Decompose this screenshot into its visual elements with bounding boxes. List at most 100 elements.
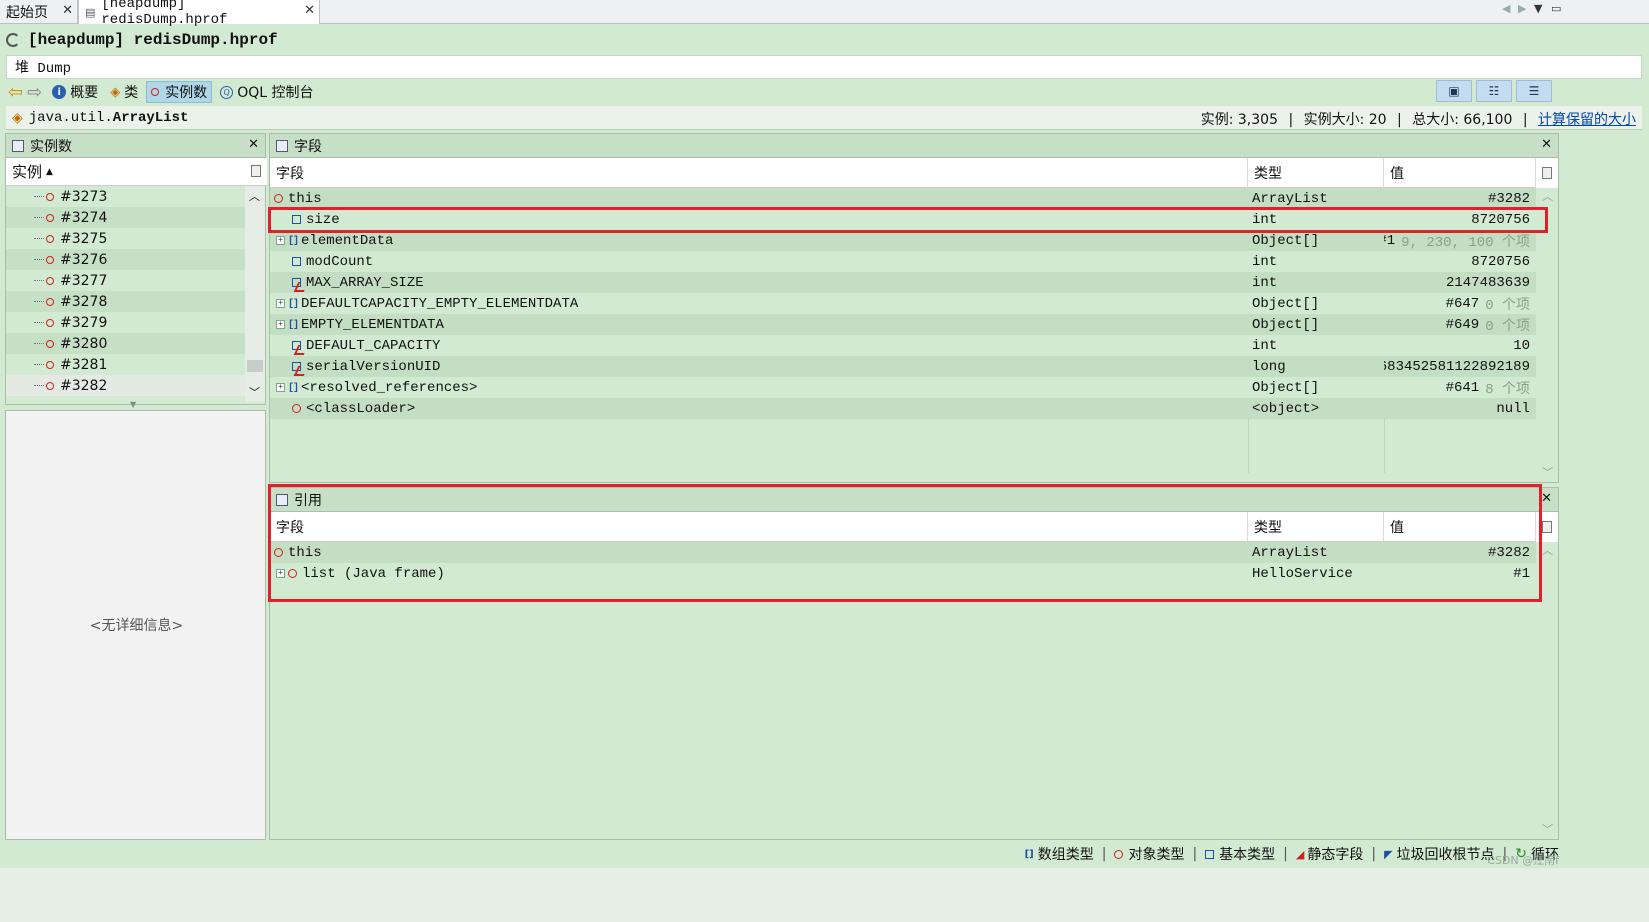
- splitter-handle-icon[interactable]: ▼: [130, 400, 136, 409]
- table-row[interactable]: +[] EMPTY_ELEMENTDATA Object[] #649 0 个项: [270, 314, 1536, 335]
- scrollbar-thumb[interactable]: [247, 360, 263, 372]
- table-row[interactable]: modCount int 8720756: [270, 251, 1536, 272]
- instances-panel-title: 实例数: [30, 138, 72, 155]
- legend-gc-root: ◤ 垃圾回收根节点: [1384, 847, 1495, 863]
- column-chooser-icon[interactable]: [251, 165, 261, 177]
- table-row[interactable]: <classLoader> <object> null: [270, 398, 1536, 419]
- toolbar-oql-button[interactable]: Q OQL 控制台: [216, 81, 317, 103]
- table-row[interactable]: +[]elementData Object[] #19, 230, 100 个项: [270, 230, 1536, 251]
- view-toolbar: ⇦ ⇨ i 概要 ◈ 类 实例数 Q OQL 控制台 ▣ ☷ ☰: [6, 80, 1642, 104]
- instances-panel-header: 实例数 ✕: [6, 134, 265, 158]
- scroll-down-icon[interactable]: ﹀: [1542, 821, 1553, 837]
- class-loader-icon: [292, 404, 301, 413]
- toolbar-instances-button[interactable]: 实例数: [146, 81, 213, 103]
- legend-array-type: [] 数组类型: [1024, 847, 1094, 863]
- list-item-selected[interactable]: #3282: [6, 375, 246, 396]
- close-icon[interactable]: ✕: [248, 137, 259, 152]
- view-mode-icon[interactable]: ▣: [1436, 80, 1472, 102]
- list-item[interactable]: #3277: [6, 270, 246, 291]
- expand-icon[interactable]: +: [276, 299, 285, 308]
- instance-icon: [46, 360, 54, 369]
- maximize-icon[interactable]: ▭: [1551, 2, 1561, 15]
- page-title: [heapdump] redisDump.hprof: [28, 31, 278, 49]
- no-details-message: <无详细信息>: [89, 618, 184, 634]
- instance-icon: [46, 297, 54, 306]
- column-chooser-icon[interactable]: [1542, 521, 1552, 533]
- list-item[interactable]: #3275: [6, 228, 246, 249]
- scroll-down-icon[interactable]: ﹀: [249, 384, 260, 400]
- column-header-type[interactable]: 类型: [1248, 158, 1384, 188]
- class-stats: 实例: 3,305 | 实例大小: 20 | 总大小: 66,100 | 计算保…: [1200, 112, 1636, 128]
- expand-icon[interactable]: +: [276, 320, 285, 329]
- scroll-down-icon[interactable]: ﹀: [1542, 464, 1553, 480]
- instance-size: 实例大小: 20: [1303, 112, 1387, 128]
- instances-column-label: 实例: [12, 163, 43, 181]
- total-size: 总大小: 66,100: [1412, 112, 1513, 128]
- list-item[interactable]: #3281: [6, 354, 246, 375]
- close-icon[interactable]: ✕: [1541, 491, 1552, 506]
- fields-panel-title: 字段: [294, 138, 322, 155]
- column-chooser-icon[interactable]: [1542, 167, 1552, 179]
- info-icon: i: [52, 85, 67, 99]
- tab-heapdump[interactable]: ▤ [heapdump] redisDump.hprof ✕: [78, 0, 320, 28]
- list-item[interactable]: #3279: [6, 312, 246, 333]
- table-row[interactable]: +[] DEFAULTCAPACITY_EMPTY_ELEMENTDATA Obj…: [270, 293, 1536, 314]
- tab-heapdump-label: [heapdump] redisDump.hprof: [101, 0, 228, 28]
- class-name: ArrayList: [112, 109, 189, 126]
- list-item[interactable]: #3274: [6, 207, 246, 228]
- back-arrow-icon[interactable]: ⇦: [6, 81, 25, 103]
- sort-asc-icon: ▲: [46, 166, 53, 177]
- close-icon[interactable]: ✕: [304, 3, 315, 18]
- instances-panel: 实例数 ✕ 实例 ▲ #3273 #3274 #3275 #3276 #3277…: [5, 133, 267, 409]
- table-row[interactable]: serialVersionUID long 868345258112289218…: [270, 356, 1536, 377]
- tab-start-page-label: 起始页: [6, 5, 48, 21]
- scroll-left-icon[interactable]: ◀: [1502, 2, 1510, 15]
- instances-count: 实例: 3,305: [1200, 112, 1278, 128]
- close-icon[interactable]: ✕: [1541, 137, 1552, 152]
- scroll-up-icon[interactable]: ︿: [1542, 542, 1553, 558]
- instance-icon: [46, 339, 54, 348]
- class-info-bar: ◈ java.util. ArrayList 实例: 3,305 | 实例大小: …: [6, 106, 1642, 130]
- compute-retained-size-link[interactable]: 计算保留的大小: [1538, 112, 1636, 128]
- references-view-icon[interactable]: ☰: [1516, 80, 1552, 102]
- list-item[interactable]: #3276: [6, 249, 246, 270]
- expand-icon[interactable]: +: [276, 236, 285, 245]
- instances-column-header[interactable]: 实例 ▲: [6, 158, 267, 186]
- toolbar-summary-button[interactable]: i 概要: [48, 81, 102, 103]
- scroll-up-icon[interactable]: ︿: [1542, 188, 1553, 204]
- scroll-right-icon[interactable]: ▶: [1518, 2, 1526, 15]
- dropdown-icon[interactable]: ▼: [1534, 2, 1542, 15]
- highlight-box-size-row: [268, 207, 1548, 233]
- forward-arrow-icon[interactable]: ⇨: [25, 81, 44, 103]
- toolbar-classes-button[interactable]: ◈ 类: [106, 81, 142, 103]
- close-icon[interactable]: ✕: [62, 3, 73, 18]
- classes-icon: ◈: [110, 84, 121, 100]
- list-item[interactable]: #3280: [6, 333, 246, 354]
- oql-icon: Q: [220, 85, 234, 99]
- instances-scrollbar[interactable]: ︿ ﹀: [245, 186, 265, 402]
- expand-icon[interactable]: +: [276, 383, 285, 392]
- toolbar-instances-label: 实例数: [165, 85, 208, 101]
- class-package: java.util.: [28, 109, 113, 126]
- fields-panel: 字段 ✕ 字段 类型 值 this ArrayList #3282 size i…: [269, 133, 1559, 483]
- column-header-value[interactable]: 值: [1384, 158, 1536, 188]
- scroll-up-icon[interactable]: ︿: [249, 188, 260, 204]
- tab-start-page[interactable]: 起始页 ✕: [0, 0, 78, 24]
- table-row[interactable]: DEFAULT_CAPACITY int 10: [270, 335, 1536, 356]
- static-field-icon: [292, 278, 301, 287]
- table-row[interactable]: +[] <resolved_references> Object[] #641 8 …: [270, 377, 1536, 398]
- array-type-icon: []: [288, 236, 299, 247]
- instance-icon: [46, 381, 54, 390]
- column-header-field[interactable]: 字段: [270, 158, 1248, 188]
- static-array-icon: []: [288, 383, 299, 394]
- loading-icon: [6, 33, 20, 47]
- instance-icon: [151, 88, 160, 96]
- table-row[interactable]: MAX_ARRAY_SIZE int 2147483639: [270, 272, 1536, 293]
- fields-view-icon[interactable]: ☷: [1476, 80, 1512, 102]
- instance-icon: [46, 213, 54, 222]
- heap-dump-header: 堆 Dump: [6, 55, 1642, 79]
- table-row[interactable]: this ArrayList #3282: [270, 188, 1536, 209]
- list-item[interactable]: #3273: [6, 186, 246, 207]
- document-icon: ▤: [85, 5, 96, 19]
- list-item[interactable]: #3278: [6, 291, 246, 312]
